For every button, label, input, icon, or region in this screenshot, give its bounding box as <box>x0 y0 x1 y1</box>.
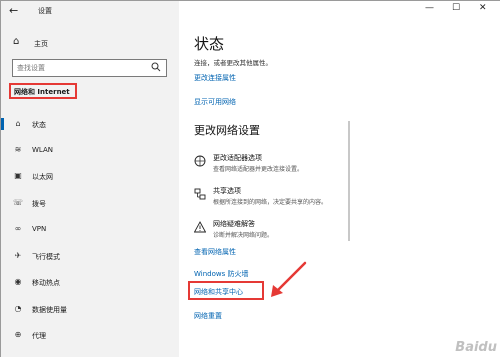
content-pane: — ☐ ✕ 状态 连接，或者更改其他属性。 更改连接属性 显示可用网络 更改网络… <box>179 1 500 357</box>
sidebar-item-label: 移动热点 <box>32 279 60 287</box>
option-troubleshoot[interactable]: 网络疑难解答 诊断并解决网络问题。 <box>194 219 494 249</box>
ethernet-icon: ▣ <box>14 171 22 180</box>
change-network-settings-heading: 更改网络设置 <box>194 124 260 137</box>
sidebar-item-airplane-mode[interactable]: ✈ 飞行模式 <box>1 245 179 267</box>
section-title-highlight: 网络和 Internet <box>9 83 77 99</box>
sidebar-item-label: 拨号 <box>32 200 46 208</box>
annotation-arrow-icon <box>271 261 307 297</box>
vpn-icon: ∞ <box>14 224 22 233</box>
data-usage-icon: ◔ <box>14 304 22 313</box>
status-icon: ⌂ <box>15 119 21 128</box>
minimize-icon[interactable]: — <box>425 3 434 13</box>
network-sharing-center-link[interactable]: 网络和共享中心 <box>194 287 243 297</box>
section-title: 网络和 Internet <box>14 88 70 96</box>
sidebar-item-label: 状态 <box>32 121 46 129</box>
search-icon[interactable] <box>151 62 161 72</box>
maximize-icon[interactable]: ☐ <box>452 3 460 13</box>
sidebar-item-home[interactable]: ⌂ 主页 <box>1 35 179 53</box>
scrollbar[interactable] <box>348 121 350 241</box>
sidebar-item-dialup[interactable]: ☏ 拨号 <box>1 192 179 214</box>
sharing-icon <box>194 188 206 200</box>
option-description: 根据所连接到的网络，决定要共享的内容。 <box>213 199 328 206</box>
hotspot-icon: ◉ <box>14 277 22 286</box>
title-bar: ← 设置 <box>1 1 179 23</box>
sidebar-item-label: 代理 <box>32 332 46 340</box>
option-sharing[interactable]: 共享选项 根据所连接到的网络，决定要共享的内容。 <box>194 186 494 216</box>
sidebar-item-label: 以太网 <box>32 173 53 181</box>
sidebar-item-status[interactable]: ⌂ 状态 <box>1 113 179 135</box>
window-controls: — ☐ ✕ <box>425 3 495 19</box>
sidebar-item-label: VPN <box>32 225 47 233</box>
sidebar-item-wlan[interactable]: ≋ WLAN <box>1 139 179 161</box>
option-title: 共享选项 <box>213 187 241 195</box>
airplane-icon: ✈ <box>14 251 22 260</box>
sidebar-item-vpn[interactable]: ∞ VPN <box>1 218 179 240</box>
change-connection-properties-link[interactable]: 更改连接属性 <box>194 73 236 83</box>
active-indicator <box>1 118 4 130</box>
option-description: 诊断并解决网络问题。 <box>213 232 274 239</box>
settings-window: ← 设置 ⌂ 主页 网络和 Internet ⌂ 状态 ≋ W <box>0 0 500 357</box>
view-network-properties-link[interactable]: 查看网络属性 <box>194 247 236 257</box>
sidebar-item-label: WLAN <box>32 146 54 154</box>
window-title: 设置 <box>38 7 52 15</box>
close-icon[interactable]: ✕ <box>479 3 487 13</box>
show-available-networks-link[interactable]: 显示可用网络 <box>194 97 236 107</box>
option-change-adapter[interactable]: 更改适配器选项 查看网络适配器并更改连接设置。 <box>194 153 494 183</box>
option-title: 网络疑难解答 <box>213 220 255 228</box>
status-description: 连接，或者更改其他属性。 <box>194 59 272 67</box>
option-description: 查看网络适配器并更改连接设置。 <box>213 166 304 173</box>
adapter-icon <box>194 155 206 167</box>
watermark: Baidu <box>455 340 497 355</box>
proxy-icon: ⊕ <box>14 330 22 339</box>
sidebar-item-proxy[interactable]: ⊕ 代理 <box>1 324 179 346</box>
sidebar-item-label: 主页 <box>34 40 48 48</box>
dialup-icon: ☏ <box>12 198 23 207</box>
sidebar-item-label: 数据使用量 <box>32 306 67 314</box>
windows-firewall-link[interactable]: Windows 防火墙 <box>194 269 248 279</box>
network-reset-link[interactable]: 网络重置 <box>194 311 222 321</box>
sidebar-item-label: 飞行模式 <box>32 253 60 261</box>
sidebar-item-ethernet[interactable]: ▣ 以太网 <box>1 165 179 187</box>
wifi-icon: ≋ <box>14 145 22 154</box>
home-icon: ⌂ <box>13 36 20 47</box>
search-box[interactable] <box>12 59 167 77</box>
back-arrow-icon[interactable]: ← <box>9 4 18 17</box>
sidebar: ← 设置 ⌂ 主页 网络和 Internet ⌂ 状态 ≋ W <box>1 1 179 357</box>
search-input[interactable] <box>17 62 147 74</box>
warning-icon <box>194 221 206 233</box>
option-title: 更改适配器选项 <box>213 154 262 162</box>
sidebar-item-mobile-hotspot[interactable]: ◉ 移动热点 <box>1 271 179 293</box>
page-title: 状态 <box>194 35 225 53</box>
sidebar-item-data-usage[interactable]: ◔ 数据使用量 <box>1 298 179 320</box>
